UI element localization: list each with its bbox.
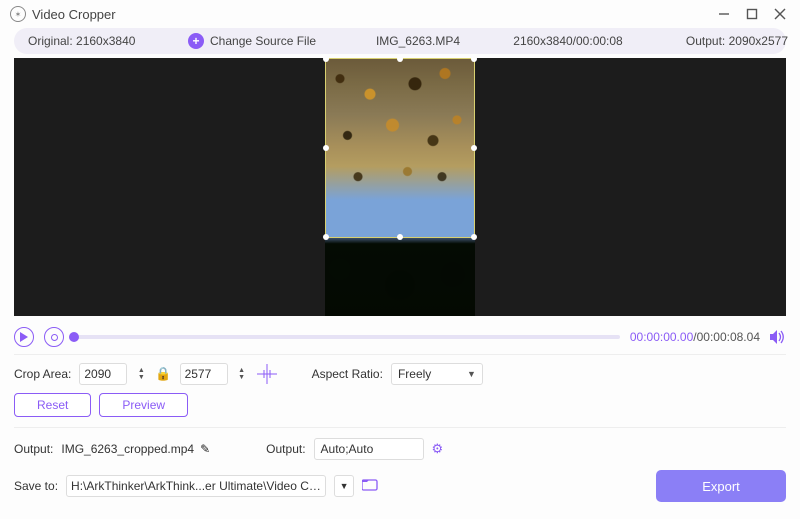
playback-timeline: 00:00:00.00/00:00:08.04 (14, 322, 786, 352)
save-row: Save to: H:\ArkThinker\ArkThink...er Ult… (14, 470, 786, 502)
change-source-label: Change Source File (210, 34, 316, 48)
crop-handle-mr[interactable] (471, 145, 477, 151)
time-current: 00:00:00.00 (630, 330, 693, 344)
titlebar: ✶ Video Cropper (0, 0, 800, 28)
save-to-label: Save to: (14, 479, 58, 493)
crop-handle-tr[interactable] (471, 58, 477, 62)
chevron-down-icon: ▼ (467, 369, 476, 379)
crop-rectangle[interactable] (325, 58, 475, 238)
crop-handle-ml[interactable] (323, 145, 329, 151)
output-settings-icon[interactable]: ⚙ (432, 441, 444, 457)
save-path-dropdown[interactable]: ▼ (334, 475, 354, 497)
crop-handle-tl[interactable] (323, 58, 329, 62)
output-row: Output: IMG_6263_cropped.mp4 ✎ Output: A… (14, 438, 786, 460)
video-preview[interactable] (14, 58, 786, 316)
output-filename: IMG_6263_cropped.mp4 (61, 442, 194, 456)
minimize-button[interactable] (710, 3, 738, 25)
edit-filename-icon[interactable]: ✎ (200, 442, 210, 456)
crop-area-label: Crop Area: (14, 367, 71, 381)
original-info: Original: 2160x3840 (28, 34, 178, 48)
crop-handle-bl[interactable] (323, 234, 329, 240)
source-info: 2160x3840/00:00:08 (488, 34, 648, 48)
output-filename-group: IMG_6263_cropped.mp4 ✎ (61, 442, 210, 456)
original-dims: 2160x3840 (76, 34, 135, 48)
close-button[interactable] (766, 3, 794, 25)
info-bar: Original: 2160x3840 + Change Source File… (14, 28, 786, 54)
open-folder-icon[interactable] (362, 478, 378, 494)
time-total: 00:00:08.04 (697, 330, 760, 344)
app-title: Video Cropper (32, 7, 116, 22)
timecode: 00:00:00.00/00:00:08.04 (630, 330, 760, 344)
aspect-ratio-value: Freely (398, 367, 431, 381)
save-path-input[interactable]: H:\ArkThinker\ArkThink...er Ultimate\Vid… (66, 475, 326, 497)
maximize-button[interactable] (738, 3, 766, 25)
output-format-value: Auto;Auto (321, 442, 374, 456)
reset-button[interactable]: Reset (14, 393, 91, 417)
crop-excluded-shade (325, 238, 475, 316)
crop-height-input[interactable]: 2577 (180, 363, 228, 385)
save-path-value: H:\ArkThinker\ArkThink...er Ultimate\Vid… (71, 479, 321, 493)
plus-icon: + (188, 33, 204, 49)
output-format-label: Output: (266, 442, 305, 456)
app-icon: ✶ (10, 6, 26, 22)
action-buttons-row: Reset Preview (14, 393, 786, 417)
crop-height-spinner[interactable]: ▲▼ (236, 363, 248, 385)
crop-controls-row: Crop Area: 2090 ▲▼ 🔒 2577 ▲▼ Aspect Rati… (14, 363, 786, 385)
aspect-ratio-select[interactable]: Freely ▼ (391, 363, 483, 385)
play-button[interactable] (14, 327, 34, 347)
volume-button[interactable] (770, 330, 786, 344)
output-info: Output: 2090x2577 (668, 34, 788, 48)
seek-knob[interactable] (69, 332, 79, 342)
crop-width-value: 2090 (84, 367, 111, 381)
source-filename: IMG_6263.MP4 (358, 34, 478, 48)
crop-width-input[interactable]: 2090 (79, 363, 127, 385)
output-format-select[interactable]: Auto;Auto (314, 438, 424, 460)
seek-track[interactable] (74, 335, 620, 339)
crop-height-value: 2577 (185, 367, 212, 381)
export-button[interactable]: Export (656, 470, 786, 502)
output-dims: 2090x2577 (729, 34, 788, 48)
crop-handle-tc[interactable] (397, 58, 403, 62)
aspect-ratio-label: Aspect Ratio: (312, 367, 383, 381)
change-source-button[interactable]: + Change Source File (188, 33, 348, 49)
original-label: Original: (28, 34, 73, 48)
lock-aspect-icon[interactable]: 🔒 (155, 366, 171, 382)
stop-button[interactable] (44, 327, 64, 347)
video-frame (325, 58, 475, 316)
crop-width-spinner[interactable]: ▲▼ (135, 363, 147, 385)
crop-handle-bc[interactable] (397, 234, 403, 240)
crop-handle-br[interactable] (471, 234, 477, 240)
center-crop-icon[interactable] (256, 363, 278, 385)
output-label: Output: (686, 34, 725, 48)
output-file-label: Output: (14, 442, 53, 456)
preview-button[interactable]: Preview (99, 393, 188, 417)
